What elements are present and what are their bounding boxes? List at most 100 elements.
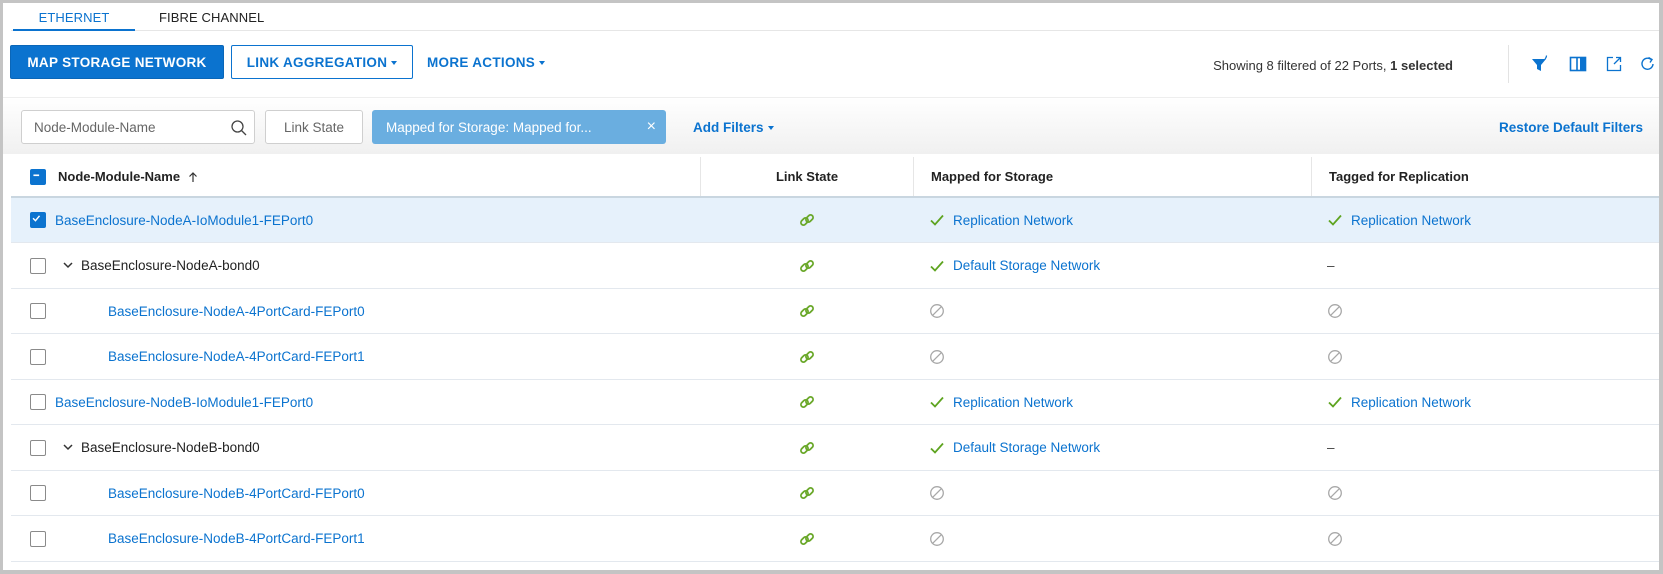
link-state-cell — [701, 471, 913, 515]
mapped-for-storage-cell: Default Storage Network — [929, 426, 1100, 470]
link-up-icon — [800, 214, 814, 226]
map-storage-network-button[interactable]: MAP STORAGE NETWORK — [10, 45, 224, 79]
row-checkbox[interactable] — [30, 303, 46, 319]
refresh-icon[interactable] — [1639, 55, 1657, 73]
check-icon — [930, 396, 944, 408]
row-checkbox[interactable] — [30, 485, 46, 501]
table-row[interactable]: BaseEnclosure-NodeA-IoModule1-FEPort0 Re… — [11, 198, 1659, 243]
tab-fibre-channel[interactable]: FIBRE CHANNEL — [159, 9, 264, 31]
tagged-for-replication-cell — [1327, 289, 1343, 333]
column-header-tagged-for-replication[interactable]: Tagged for Replication — [1329, 157, 1469, 196]
mapped-for-storage-cell: Default Storage Network — [929, 244, 1100, 288]
link-aggregation-button[interactable]: LINK AGGREGATION — [231, 45, 413, 79]
tagged-status-link[interactable]: Replication Network — [1351, 395, 1471, 410]
row-checkbox[interactable] — [30, 348, 46, 365]
tagged-status-link[interactable]: Replication Network — [1351, 213, 1471, 228]
caret-down-icon — [391, 60, 398, 65]
table-row[interactable]: BaseEnclosure-NodeB-IoModule1-FEPort0 Re… — [11, 380, 1659, 425]
toolbar-divider — [1508, 45, 1509, 83]
column-header-mapped-for-storage[interactable]: Mapped for Storage — [931, 157, 1053, 196]
link-state-cell — [701, 517, 913, 561]
column-header-link-state[interactable]: Link State — [701, 157, 913, 196]
search-icon[interactable] — [230, 119, 248, 137]
mapped-status: Replication Network — [929, 212, 1073, 228]
tab-ethernet[interactable]: ETHERNET — [13, 9, 135, 31]
not-allowed-icon — [930, 531, 944, 546]
filter-chip-label: Mapped for Storage: Mapped for... — [386, 119, 592, 135]
mapped-status-link[interactable]: Default Storage Network — [953, 440, 1100, 455]
port-name[interactable]: BaseEnclosure-NodeB-IoModule1-FEPort0 — [55, 395, 313, 410]
tagged-status-not-applicable — [1327, 485, 1343, 501]
table-row[interactable]: BaseEnclosure-NodeB-4PortCard-FEPort1 — [11, 516, 1659, 562]
filter-icon[interactable] — [1531, 55, 1549, 73]
tagged-for-replication-cell — [1327, 517, 1343, 561]
mapped-status-not-applicable — [929, 349, 945, 365]
chevron-down-icon[interactable] — [61, 258, 75, 272]
column-label: Node-Module-Name — [58, 169, 181, 184]
table-row[interactable]: BaseEnclosure-NodeB-4PortCard-FEPort0 — [11, 471, 1659, 516]
mapped-status-link[interactable]: Default Storage Network — [953, 258, 1100, 273]
port-name[interactable]: BaseEnclosure-NodeA-IoModule1-FEPort0 — [55, 213, 313, 228]
mapped-for-storage-cell: Replication Network — [929, 380, 1073, 424]
more-actions-button[interactable]: MORE ACTIONS — [427, 45, 563, 79]
chevron-down-icon[interactable] — [61, 440, 75, 454]
select-all-checkbox[interactable] — [30, 169, 46, 185]
port-name[interactable]: BaseEnclosure-NodeB-4PortCard-FEPort1 — [108, 531, 365, 546]
tagged-for-replication-cell — [1327, 471, 1343, 515]
caret-down-icon — [767, 126, 774, 130]
link-up-icon — [800, 350, 814, 363]
check-icon — [1328, 396, 1342, 408]
columns-icon[interactable] — [1569, 55, 1587, 73]
tagged-for-replication-cell: – — [1327, 426, 1335, 470]
link-state-cell — [701, 380, 913, 424]
port-name[interactable]: BaseEnclosure-NodeB-4PortCard-FEPort0 — [108, 486, 365, 501]
map-storage-network-label: MAP STORAGE NETWORK — [27, 54, 207, 70]
search-input[interactable] — [22, 111, 222, 143]
link-state-cell — [701, 289, 913, 333]
mapped-status: Replication Network — [929, 394, 1073, 410]
link-state-filter[interactable]: Link State — [265, 110, 363, 144]
table-row[interactable]: BaseEnclosure-NodeB-bond0 Default Storag… — [11, 425, 1659, 471]
tagged-status-empty: – — [1327, 440, 1335, 455]
not-allowed-icon — [930, 349, 944, 364]
check-icon — [1328, 214, 1342, 226]
column-header-node-module-name[interactable]: Node-Module-Name — [58, 157, 199, 196]
export-icon[interactable] — [1605, 55, 1623, 73]
check-icon — [930, 214, 944, 226]
mapped-status-not-applicable — [929, 531, 945, 547]
sort-ascending-icon — [189, 171, 197, 182]
mapped-for-storage-cell — [929, 517, 945, 561]
link-up-icon — [800, 259, 814, 272]
row-checkbox[interactable] — [30, 257, 46, 274]
mapped-for-storage-filter-chip[interactable]: Mapped for Storage: Mapped for... × — [372, 110, 666, 144]
link-state-cell — [701, 198, 913, 242]
row-checkbox[interactable] — [30, 439, 46, 456]
mapped-status-link[interactable]: Replication Network — [953, 213, 1073, 228]
toolbar: MAP STORAGE NETWORK LINK AGGREGATION MOR… — [3, 31, 1659, 97]
column-divider — [913, 157, 914, 196]
add-filters-button[interactable]: Add Filters — [693, 120, 774, 135]
tagged-for-replication-cell: Replication Network — [1327, 198, 1471, 242]
link-state-cell — [701, 244, 913, 288]
table-row[interactable]: BaseEnclosure-NodeA-4PortCard-FEPort0 — [11, 289, 1659, 334]
row-checkbox[interactable] — [30, 530, 46, 547]
restore-default-filters-link[interactable]: Restore Default Filters — [1499, 120, 1643, 135]
checkmark-icon — [32, 215, 41, 222]
filter-bar: Link State Mapped for Storage: Mapped fo… — [3, 97, 1659, 154]
tagged-status-empty: – — [1327, 258, 1335, 273]
not-allowed-icon — [1328, 304, 1342, 318]
port-name[interactable]: BaseEnclosure-NodeA-4PortCard-FEPort1 — [108, 349, 365, 364]
table-row[interactable]: BaseEnclosure-NodeA-bond0 Default Storag… — [11, 243, 1659, 289]
tagged-for-replication-cell: Replication Network — [1327, 380, 1471, 424]
row-checkbox[interactable] — [30, 212, 46, 228]
row-checkbox[interactable] — [30, 394, 46, 410]
mapped-status-link[interactable]: Replication Network — [953, 395, 1073, 410]
tagged-status-not-applicable — [1327, 349, 1343, 365]
tagged-for-replication-cell: – — [1327, 244, 1335, 288]
mapped-for-storage-cell: Replication Network — [929, 198, 1073, 242]
port-name[interactable]: BaseEnclosure-NodeA-4PortCard-FEPort0 — [108, 304, 365, 319]
column-divider — [1311, 157, 1312, 196]
table-header: Node-Module-Name Link State Mapped for S… — [11, 157, 1659, 198]
table-row[interactable]: BaseEnclosure-NodeA-4PortCard-FEPort1 — [11, 334, 1659, 380]
close-icon[interactable]: × — [647, 118, 656, 136]
